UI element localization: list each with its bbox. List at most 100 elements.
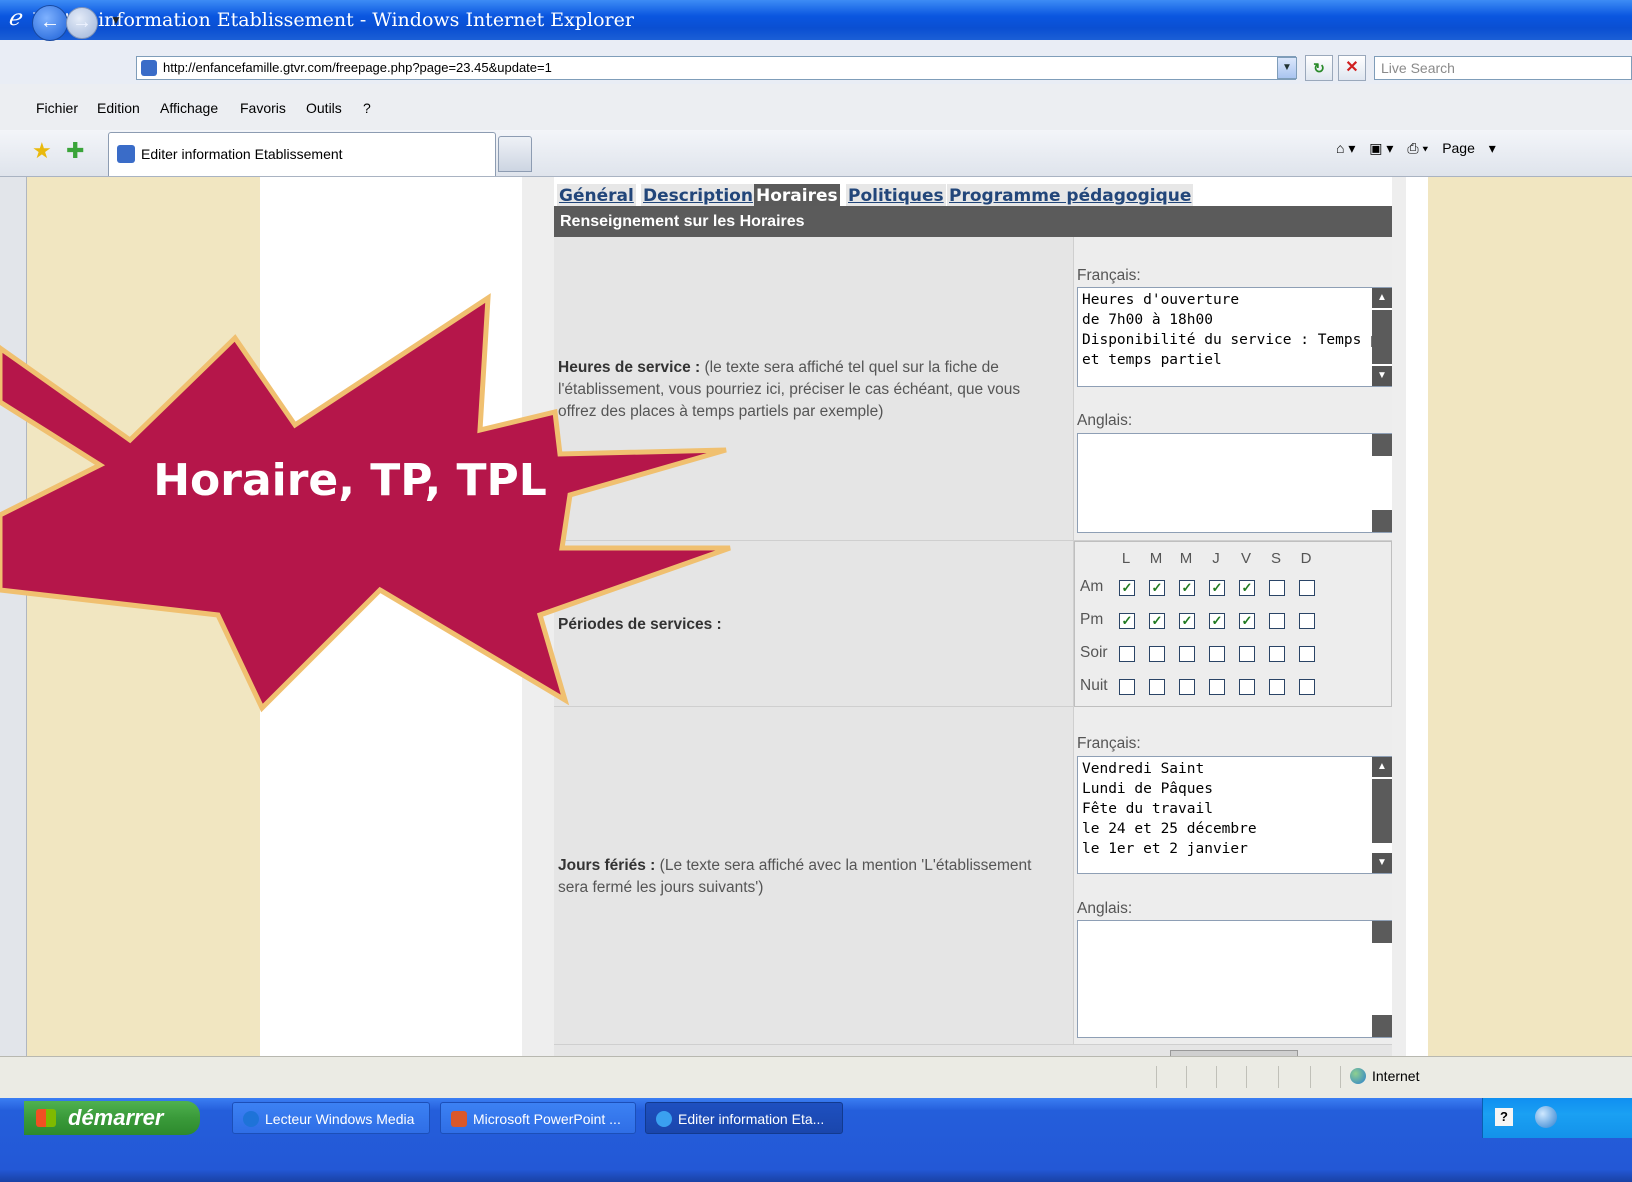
command-bar: ⌂ ▾ ▣ ▾ ⎙ ▾ Page ▾	[1336, 140, 1506, 157]
feeds-icon[interactable]: ▣ ▾	[1369, 140, 1393, 156]
scroll-up-block[interactable]	[1372, 921, 1392, 943]
feries-label: Jours fériés : (Le texte sera affiché av…	[558, 855, 1058, 899]
tab-general[interactable]: Général	[557, 184, 636, 208]
checkbox-am-3[interactable]: ✓	[1209, 580, 1225, 596]
window-title-bar: ℯ Editer information Etablissement - Win…	[0, 0, 1632, 40]
menu-edition[interactable]: Edition	[97, 100, 140, 116]
checkbox-pm-5[interactable]	[1269, 613, 1285, 629]
checkbox-soir-3[interactable]	[1209, 646, 1225, 662]
tab-description[interactable]: Description	[641, 184, 755, 208]
heures-fr-scrollbar[interactable]: ▲ ▼	[1372, 288, 1392, 386]
checkbox-am-1[interactable]: ✓	[1149, 580, 1165, 596]
heures-fr-textarea[interactable]: Heures d'ouverture de 7h00 à 18h00 Dispo…	[1077, 287, 1392, 387]
back-button[interactable]: ←	[32, 5, 68, 41]
network-icon[interactable]	[1535, 1106, 1557, 1128]
checkbox-pm-2[interactable]: ✓	[1179, 613, 1195, 629]
day-header-4: V	[1240, 550, 1251, 567]
stop-button[interactable]: ✕	[1338, 55, 1366, 81]
scroll-up-icon[interactable]: ▲	[1372, 757, 1392, 777]
taskbar-powerpoint[interactable]: Microsoft PowerPoint ...	[440, 1102, 636, 1134]
scroll-up-icon[interactable]: ▲	[1372, 288, 1392, 308]
scroll-down-block[interactable]	[1372, 1015, 1392, 1037]
forward-button[interactable]: →	[66, 7, 98, 39]
callout-text: Horaire, TP, TPL	[153, 455, 547, 506]
add-favorite-icon[interactable]: ✚	[66, 138, 84, 164]
checkbox-soir-5[interactable]	[1269, 646, 1285, 662]
checkbox-soir-1[interactable]	[1149, 646, 1165, 662]
day-header-6: D	[1300, 550, 1312, 567]
history-dropdown-icon[interactable]: ▼	[110, 13, 122, 27]
window-title: Editer information Etablissement - Windo…	[32, 9, 634, 31]
page-favicon-icon	[141, 60, 157, 76]
tab-horaires[interactable]: Horaires	[754, 184, 840, 208]
checkbox-pm-1[interactable]: ✓	[1149, 613, 1165, 629]
checkbox-soir-2[interactable]	[1179, 646, 1195, 662]
help-icon[interactable]: ?	[1495, 1108, 1513, 1126]
menu-favoris[interactable]: Favoris	[240, 100, 286, 116]
menu-affichage[interactable]: Affichage	[160, 100, 218, 116]
checkbox-am-6[interactable]	[1299, 580, 1315, 596]
checkbox-nuit-0[interactable]	[1119, 679, 1135, 695]
start-button[interactable]: démarrer	[24, 1101, 200, 1135]
checkbox-nuit-1[interactable]	[1149, 679, 1165, 695]
status-divider	[1246, 1066, 1247, 1088]
heures-en-textarea[interactable]	[1077, 433, 1392, 533]
menu-outils[interactable]: Outils	[306, 100, 342, 116]
checkbox-nuit-3[interactable]	[1209, 679, 1225, 695]
refresh-button[interactable]: ↻	[1305, 55, 1333, 81]
home-icon[interactable]: ⌂ ▾	[1336, 140, 1355, 156]
feries-fr-label: Français:	[1077, 735, 1141, 752]
ie-icon	[656, 1111, 672, 1127]
address-url[interactable]: http://enfancefamille.gtvr.com/freepage.…	[163, 57, 552, 79]
period-label-nuit: Nuit	[1080, 677, 1108, 694]
feries-value-cell: Français: Vendredi Saint Lundi de Pâques…	[1074, 707, 1392, 1045]
scroll-thumb[interactable]	[1372, 779, 1392, 843]
scroll-down-icon[interactable]: ▼	[1372, 366, 1392, 386]
scroll-down-icon[interactable]: ▼	[1372, 853, 1392, 873]
checkbox-nuit-2[interactable]	[1179, 679, 1195, 695]
feries-en-textarea[interactable]	[1077, 920, 1392, 1038]
feries-fr-textarea[interactable]: Vendredi Saint Lundi de Pâques Fête du t…	[1077, 756, 1392, 874]
heures-en-scrollbar[interactable]	[1372, 434, 1392, 532]
menu-help[interactable]: ?	[363, 100, 371, 116]
favorites-star-icon[interactable]: ★	[32, 138, 52, 164]
checkbox-am-4[interactable]: ✓	[1239, 580, 1255, 596]
scroll-up-block[interactable]	[1372, 434, 1392, 456]
taskbar-ie-window[interactable]: Editer information Eta...	[645, 1102, 843, 1134]
checkbox-am-2[interactable]: ✓	[1179, 580, 1195, 596]
feries-fr-scrollbar[interactable]: ▲ ▼	[1372, 757, 1392, 873]
feries-en-scrollbar[interactable]	[1372, 921, 1392, 1037]
new-tab-button[interactable]	[498, 136, 532, 172]
security-zone[interactable]: Internet	[1350, 1068, 1419, 1084]
checkbox-pm-6[interactable]	[1299, 613, 1315, 629]
browser-tab-active[interactable]: Editer information Etablissement	[108, 132, 496, 176]
section-header: Renseignement sur les Horaires	[554, 206, 1392, 237]
checkbox-pm-3[interactable]: ✓	[1209, 613, 1225, 629]
page-menu-button[interactable]: Page ▾	[1442, 140, 1496, 156]
checkbox-nuit-4[interactable]	[1239, 679, 1255, 695]
checkbox-nuit-6[interactable]	[1299, 679, 1315, 695]
menu-fichier[interactable]: Fichier	[36, 100, 78, 116]
scroll-thumb[interactable]	[1372, 310, 1392, 364]
checkbox-pm-0[interactable]: ✓	[1119, 613, 1135, 629]
checkbox-nuit-5[interactable]	[1269, 679, 1285, 695]
checkbox-am-5[interactable]	[1269, 580, 1285, 596]
period-label-soir: Soir	[1080, 644, 1108, 661]
checkbox-pm-4[interactable]: ✓	[1239, 613, 1255, 629]
taskbar-label: Microsoft PowerPoint ...	[473, 1111, 621, 1127]
windows-flag-icon	[36, 1109, 56, 1127]
day-header-0: L	[1121, 550, 1131, 567]
scroll-down-block[interactable]	[1372, 510, 1392, 532]
tab-programme-pedagogique[interactable]: Programme pédagogique	[947, 184, 1194, 208]
checkbox-am-0[interactable]: ✓	[1119, 580, 1135, 596]
checkbox-soir-4[interactable]	[1239, 646, 1255, 662]
checkbox-soir-6[interactable]	[1299, 646, 1315, 662]
taskbar-media-player[interactable]: Lecteur Windows Media	[232, 1102, 430, 1134]
search-input[interactable]: Live Search	[1374, 56, 1632, 80]
address-bar[interactable]: http://enfancefamille.gtvr.com/freepage.…	[136, 56, 1296, 80]
address-dropdown-button[interactable]: ▼	[1277, 57, 1297, 79]
checkbox-soir-0[interactable]	[1119, 646, 1135, 662]
tab-politiques[interactable]: Politiques	[846, 184, 946, 208]
print-icon[interactable]: ⎙ ▾	[1407, 140, 1428, 156]
status-divider	[1156, 1066, 1157, 1088]
